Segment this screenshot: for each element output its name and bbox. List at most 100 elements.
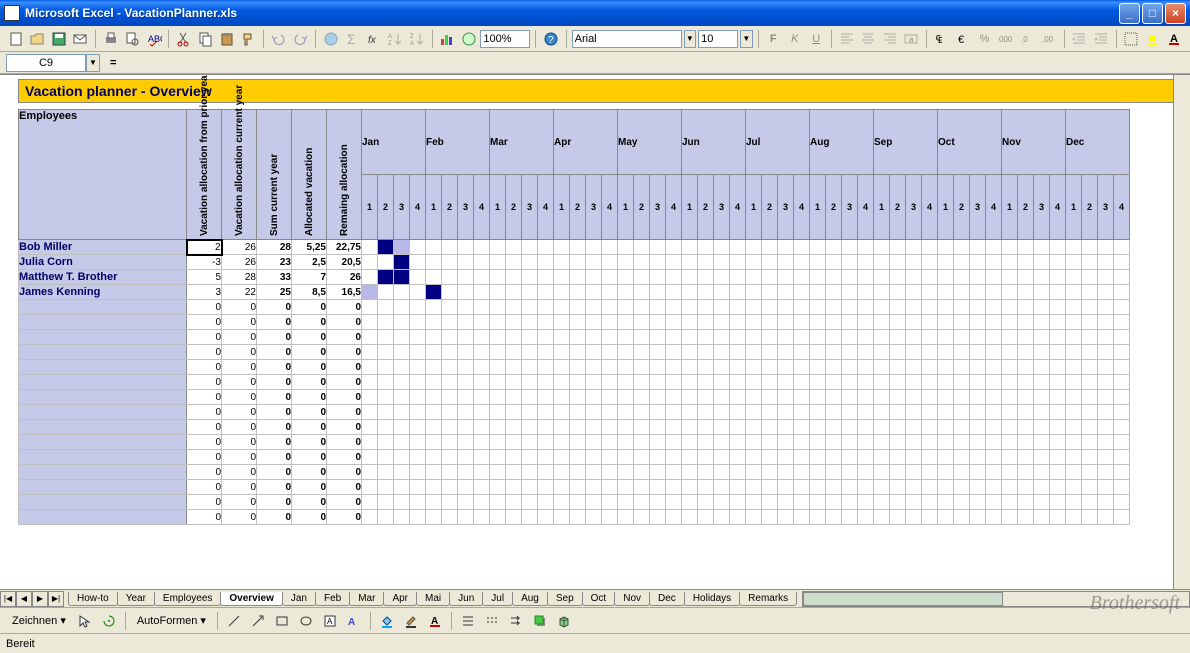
calendar-cell[interactable] [666,435,682,450]
calendar-cell[interactable] [698,510,714,525]
calendar-cell[interactable] [458,480,474,495]
calendar-cell[interactable] [522,315,538,330]
calendar-cell[interactable] [1082,375,1098,390]
calendar-cell[interactable] [458,495,474,510]
calendar-cell[interactable] [778,405,794,420]
wordart-icon[interactable]: A [343,610,365,632]
calendar-cell[interactable] [458,270,474,285]
calendar-cell[interactable] [842,315,858,330]
calendar-cell[interactable] [634,420,650,435]
calendar-cell[interactable] [554,375,570,390]
calendar-cell[interactable] [1066,495,1082,510]
calendar-cell[interactable] [666,495,682,510]
calendar-cell[interactable] [1082,495,1098,510]
calendar-cell[interactable] [474,315,490,330]
calendar-cell[interactable] [906,405,922,420]
indent-dec-icon[interactable] [1070,28,1090,50]
calendar-cell[interactable] [906,495,922,510]
calendar-cell[interactable] [442,465,458,480]
calendar-cell[interactable] [602,270,618,285]
calendar-cell[interactable] [570,420,586,435]
align-center-icon[interactable] [858,28,878,50]
calendar-cell[interactable] [1050,435,1066,450]
calendar-cell[interactable] [842,405,858,420]
calendar-cell[interactable] [650,405,666,420]
calendar-cell[interactable] [698,255,714,270]
calendar-cell[interactable] [970,300,986,315]
calendar-cell[interactable] [570,360,586,375]
calendar-cell[interactable] [1050,510,1066,525]
sheet-tab[interactable]: Mar [349,592,384,606]
calendar-cell[interactable] [922,345,938,360]
calendar-cell[interactable] [666,450,682,465]
calendar-cell[interactable] [874,330,890,345]
calendar-cell[interactable] [618,420,634,435]
calendar-cell[interactable] [938,495,954,510]
calendar-cell[interactable] [730,480,746,495]
calendar-cell[interactable] [474,420,490,435]
calendar-cell[interactable] [634,450,650,465]
calendar-cell[interactable] [698,390,714,405]
calendar-cell[interactable] [538,480,554,495]
calendar-cell[interactable] [986,255,1002,270]
data-cell[interactable]: 0 [327,315,362,330]
calendar-cell[interactable] [842,465,858,480]
data-cell[interactable]: 26 [222,240,257,255]
rotate-icon[interactable] [98,610,120,632]
calendar-cell[interactable] [906,390,922,405]
calendar-cell[interactable] [1082,330,1098,345]
data-cell[interactable]: 0 [327,405,362,420]
calendar-cell[interactable] [490,465,506,480]
calendar-cell[interactable] [634,330,650,345]
calendar-cell[interactable] [394,435,410,450]
calendar-cell[interactable] [602,300,618,315]
calendar-cell[interactable] [778,480,794,495]
calendar-cell[interactable] [794,270,810,285]
arrow-style-icon[interactable] [505,610,527,632]
calendar-cell[interactable] [746,300,762,315]
calendar-cell[interactable] [1082,450,1098,465]
calendar-cell[interactable] [1098,345,1114,360]
calendar-cell[interactable] [890,375,906,390]
calendar-cell[interactable] [762,420,778,435]
calendar-cell[interactable] [730,435,746,450]
calendar-cell[interactable] [1002,510,1018,525]
data-cell[interactable]: 0 [187,495,222,510]
calendar-cell[interactable] [890,270,906,285]
data-cell[interactable]: 0 [187,420,222,435]
calendar-cell[interactable] [554,510,570,525]
calendar-cell[interactable] [970,315,986,330]
data-cell[interactable]: -3 [187,255,222,270]
calendar-cell[interactable] [730,285,746,300]
calendar-cell[interactable] [506,375,522,390]
data-cell[interactable]: 3 [187,285,222,300]
calendar-cell[interactable] [778,510,794,525]
italic-icon[interactable]: K [785,28,805,50]
calendar-cell[interactable] [762,270,778,285]
calendar-cell[interactable] [634,345,650,360]
namebox-dropdown-icon[interactable]: ▼ [86,54,100,72]
calendar-cell[interactable] [538,375,554,390]
calendar-cell[interactable] [826,420,842,435]
calendar-cell[interactable] [842,360,858,375]
calendar-cell[interactable] [1082,390,1098,405]
font-dropdown-icon[interactable]: ▼ [684,30,697,48]
calendar-cell[interactable] [762,345,778,360]
calendar-cell[interactable] [810,495,826,510]
calendar-cell[interactable] [490,420,506,435]
calendar-cell[interactable] [906,345,922,360]
calendar-cell[interactable] [714,375,730,390]
font-select[interactable] [572,30,682,48]
calendar-cell[interactable] [490,495,506,510]
calendar-cell[interactable] [570,450,586,465]
data-cell[interactable]: 20,5 [327,255,362,270]
calendar-cell[interactable] [746,420,762,435]
data-cell[interactable]: 0 [257,405,292,420]
calendar-cell[interactable] [794,240,810,255]
data-cell[interactable]: 0 [257,510,292,525]
calendar-cell[interactable] [602,405,618,420]
calendar-cell[interactable] [458,285,474,300]
calendar-cell[interactable] [378,405,394,420]
data-cell[interactable]: 0 [187,330,222,345]
email-icon[interactable] [71,28,91,50]
